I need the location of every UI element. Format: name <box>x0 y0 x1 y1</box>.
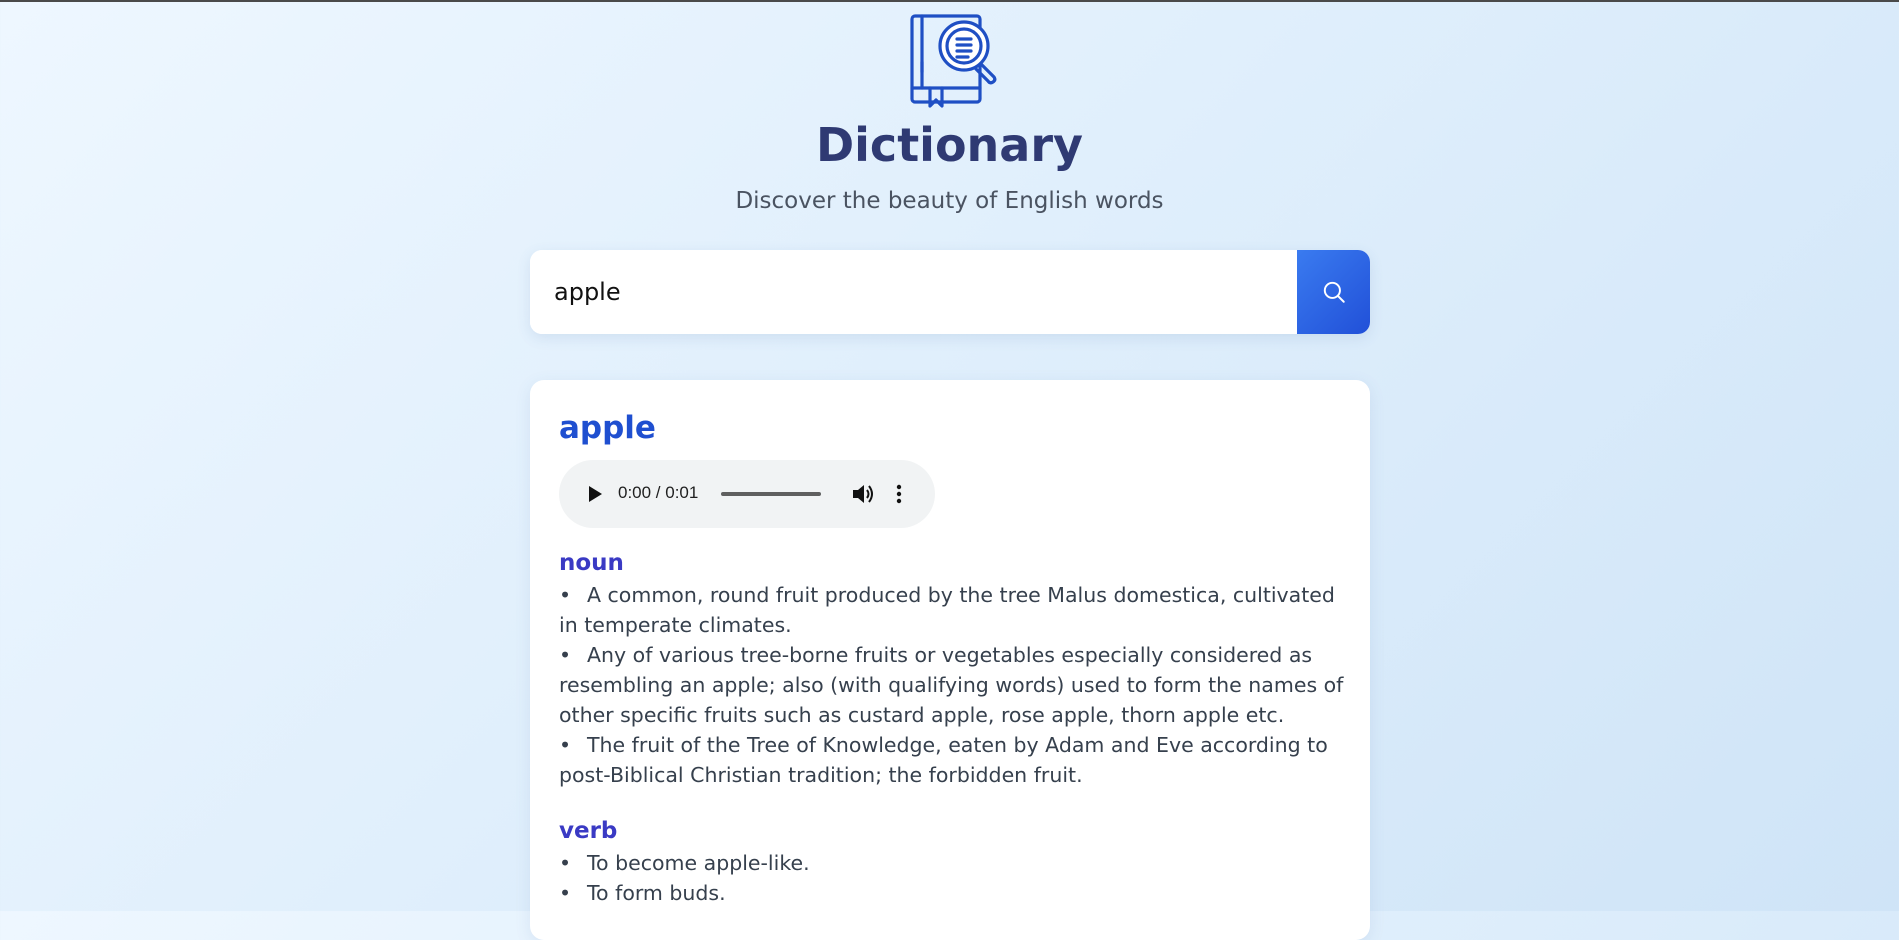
definition-item: • A common, round fruit produced by the t… <box>559 580 1349 640</box>
definition-text: To form buds. <box>587 881 726 905</box>
definition-item: • The fruit of the Tree of Knowledge, eat… <box>559 730 1349 790</box>
result-card: apple 0:00 / 0:01 noun • A common, round f… <box>530 380 1370 940</box>
definition-item: • Any of various tree-borne fruits or veg… <box>559 640 1349 730</box>
more-vertical-icon <box>896 484 902 504</box>
search-icon <box>1323 281 1345 303</box>
bullet: • <box>559 733 572 757</box>
definition-item: • To form buds. <box>559 878 1349 908</box>
play-button[interactable] <box>581 480 609 508</box>
search-bar <box>530 250 1370 334</box>
volume-button[interactable] <box>849 480 877 508</box>
definition-text: To become apple-like. <box>587 851 810 875</box>
bullet: • <box>559 851 572 875</box>
page-title: Dictionary <box>815 118 1084 172</box>
bullet: • <box>559 881 572 905</box>
part-of-speech-verb: verb <box>559 818 618 844</box>
more-options-button[interactable] <box>889 480 909 508</box>
definition-text: Any of various tree-borne fruits or vege… <box>559 643 1344 727</box>
definition-item: • To become apple-like. <box>559 848 1349 878</box>
part-of-speech-noun: noun <box>559 550 624 576</box>
bullet: • <box>559 643 572 667</box>
definition-list: • A common, round fruit produced by the t… <box>559 580 1349 790</box>
definition-text: The fruit of the Tree of Knowledge, eate… <box>559 733 1328 787</box>
result-word: apple <box>559 410 656 446</box>
volume-icon <box>853 485 873 503</box>
dictionary-book-magnifier-icon <box>910 14 997 108</box>
audio-time: 0:00 / 0:01 <box>618 483 699 502</box>
search-input[interactable] <box>530 250 1297 334</box>
play-icon <box>589 486 602 502</box>
bullet: • <box>559 583 572 607</box>
page-subtitle: Discover the beauty of English words <box>735 188 1164 214</box>
audio-player: 0:00 / 0:01 <box>559 460 935 528</box>
definition-text: A common, round fruit produced by the tr… <box>559 583 1335 637</box>
search-button[interactable] <box>1297 250 1370 334</box>
definition-list: • To become apple-like. • To form buds. <box>559 848 1349 908</box>
audio-seek-bar[interactable] <box>721 492 821 496</box>
